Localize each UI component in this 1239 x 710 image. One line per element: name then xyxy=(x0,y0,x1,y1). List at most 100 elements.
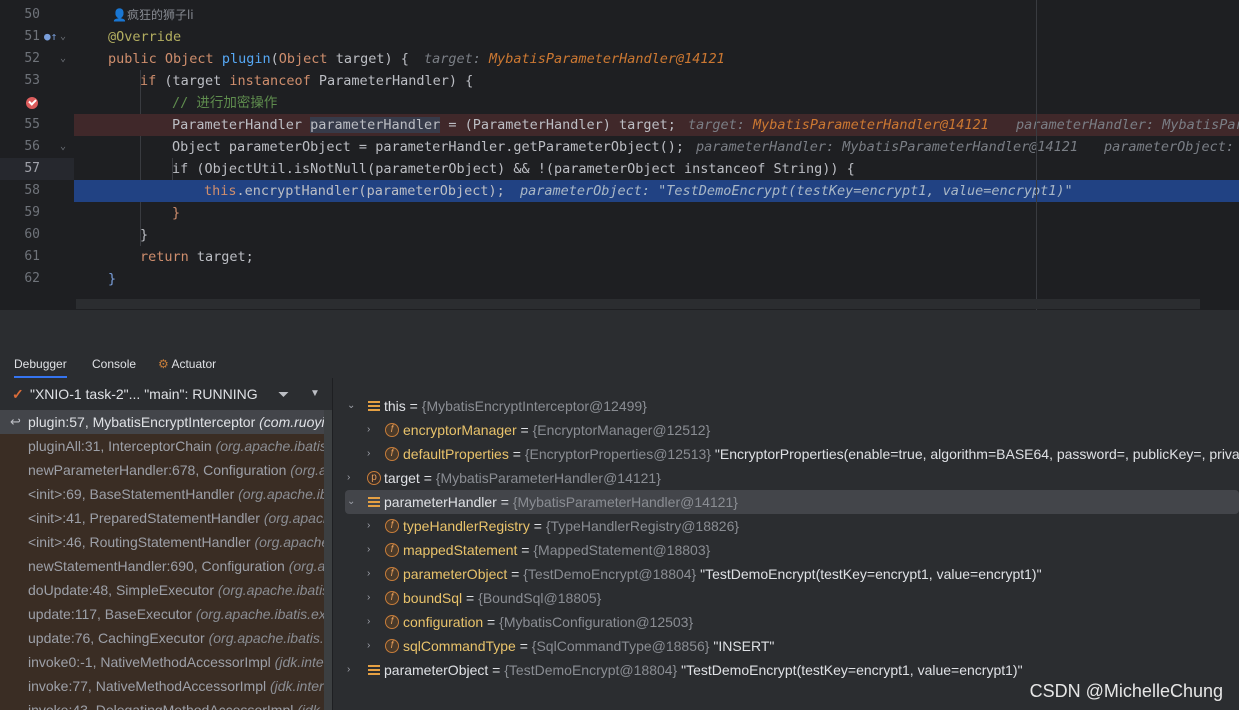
frames-scrollbar[interactable] xyxy=(324,410,332,710)
chevron-right-icon[interactable]: › xyxy=(367,610,370,634)
code-text: } xyxy=(172,205,181,221)
frame-item[interactable]: <init>:46, RoutingStatementHandler (org.… xyxy=(0,530,325,554)
thread-selector[interactable]: ✓ "XNIO-1 task-2"... "main": RUNNING ⏷ ▼ xyxy=(0,380,332,408)
code-line-60[interactable]: return target; xyxy=(74,246,1239,268)
gutter-line-61[interactable]: 61 xyxy=(0,246,74,268)
frame-item[interactable]: pluginAll:31, InterceptorChain (org.apac… xyxy=(0,434,325,458)
keyword: public xyxy=(108,51,157,67)
gutter-line-55[interactable]: 55 xyxy=(0,114,74,136)
fold-chevron-icon[interactable]: ⌄ xyxy=(60,48,66,70)
code-text: (target xyxy=(156,73,230,89)
filter-icon[interactable]: ⏷ xyxy=(278,380,289,408)
code-line-50[interactable]: @Override xyxy=(74,26,1239,48)
var-eq: = xyxy=(419,470,436,486)
variable-row[interactable]: › f sqlCommandType = {SqlCommandType@188… xyxy=(333,634,1239,658)
frame-name: invoke:77, NativeMethodAccessorImpl xyxy=(28,678,270,694)
gutter-line-57[interactable]: 57 xyxy=(0,158,74,180)
variable-row-this[interactable]: ⌄ this = {MybatisEncryptInterceptor@1249… xyxy=(333,394,1239,418)
tab-console[interactable]: Console xyxy=(92,350,136,378)
variable-text: target = {MybatisParameterHandler@14121} xyxy=(384,466,661,490)
editor-gutter[interactable]: 50 51 ●↑ ⌄ 52 ⌄ 53 55 56 ⌄ 57 58 59 60 61 62 xyxy=(0,0,74,310)
chevron-right-icon[interactable]: › xyxy=(367,586,370,610)
chevron-right-icon[interactable]: › xyxy=(347,658,350,682)
code-text: parameterObject xyxy=(366,183,489,199)
variable-text: parameterObject = {TestDemoEncrypt@18804… xyxy=(384,658,1023,682)
chevron-down-icon[interactable]: ▼ xyxy=(310,380,320,408)
frame-item[interactable]: update:117, BaseExecutor (org.apache.iba… xyxy=(0,602,325,626)
tab-debugger[interactable]: Debugger xyxy=(14,350,67,378)
variable-row-parameterHandler[interactable]: ⌄ parameterHandler = {MybatisParameterHa… xyxy=(345,490,1239,514)
variable-row[interactable]: › f defaultProperties = {EncryptorProper… xyxy=(333,442,1239,466)
variable-text: typeHandlerRegistry = {TypeHandlerRegist… xyxy=(403,514,739,538)
variable-row[interactable]: › f parameterObject = {TestDemoEncrypt@1… xyxy=(333,562,1239,586)
frame-text: <init>:41, PreparedStatementHandler (org… xyxy=(28,506,325,530)
breakpoint-icon[interactable] xyxy=(26,97,38,109)
tab-actuator-label: Actuator xyxy=(171,357,217,371)
frame-item[interactable]: ↩ plugin:57, MybatisEncryptInterceptor (c… xyxy=(0,410,325,434)
chevron-right-icon[interactable]: › xyxy=(367,418,370,442)
gutter-line-56[interactable]: 56 ⌄ xyxy=(0,136,74,158)
fold-chevron-icon[interactable]: ⌄ xyxy=(60,136,66,158)
chevron-right-icon[interactable]: › xyxy=(367,562,370,586)
variable-row[interactable]: › f typeHandlerRegistry = {TypeHandlerRe… xyxy=(333,514,1239,538)
gutter-line-62[interactable]: 62 xyxy=(0,268,74,290)
chevron-right-icon[interactable]: › xyxy=(367,442,370,466)
implementing-method-icon[interactable]: ●↑ xyxy=(44,26,57,48)
gutter-line-51[interactable]: 51 ●↑ ⌄ xyxy=(0,26,74,48)
field-icon: f xyxy=(385,519,399,533)
gutter-line-59[interactable]: 59 xyxy=(0,202,74,224)
frame-item[interactable]: newParameterHandler:678, Configuration (… xyxy=(0,458,325,482)
code-line-55[interactable]: Object parameterObject = parameterHandle… xyxy=(74,136,1239,158)
code-line-61[interactable]: } xyxy=(74,268,1239,290)
horizontal-scrollbar[interactable] xyxy=(76,299,1200,309)
hint-value: MybatisParameterHandler@14121 xyxy=(753,117,989,133)
chevron-right-icon[interactable]: › xyxy=(367,538,370,562)
variable-row-target[interactable]: › p target = {MybatisParameterHandler@14… xyxy=(333,466,1239,490)
frame-item[interactable]: <init>:69, BaseStatementHandler (org.apa… xyxy=(0,482,325,506)
code-line-52[interactable]: if (target instanceof ParameterHandler) … xyxy=(74,70,1239,92)
chevron-right-icon[interactable]: › xyxy=(347,466,350,490)
chevron-right-icon[interactable]: › xyxy=(367,634,370,658)
fold-chevron-icon[interactable]: ⌄ xyxy=(60,26,66,48)
frame-item[interactable]: newStatementHandler:690, Configuration (… xyxy=(0,554,325,578)
variable-row[interactable]: › f boundSql = {BoundSql@18805} xyxy=(333,586,1239,610)
frame-item[interactable]: <init>:41, PreparedStatementHandler (org… xyxy=(0,506,325,530)
code-line-59[interactable]: } xyxy=(74,224,1239,246)
gutter-line-60[interactable]: 60 xyxy=(0,224,74,246)
variable-row-parameterObject[interactable]: › parameterObject = {TestDemoEncrypt@188… xyxy=(333,658,1239,682)
frame-text: invoke:77, NativeMethodAccessorImpl (jdk… xyxy=(28,674,325,698)
code-line-53[interactable]: // 进行加密操作 xyxy=(74,92,1239,114)
code-line-56[interactable]: if (ObjectUtil.isNotNull(parameterObject… xyxy=(74,158,1239,180)
frame-name: update:76, CachingExecutor xyxy=(28,630,209,646)
code-line-51[interactable]: public Object plugin(Object target) { ta… xyxy=(74,48,1239,70)
keyword: this xyxy=(204,183,237,199)
variable-row[interactable]: › f encryptorManager = {EncryptorManager… xyxy=(333,418,1239,442)
chevron-down-icon[interactable]: ⌄ xyxy=(347,490,355,514)
if-statement: if (target instanceof ParameterHandler) … xyxy=(140,70,473,92)
frame-item[interactable]: update:76, CachingExecutor (org.apache.i… xyxy=(0,626,325,650)
gutter-line-53[interactable]: 53 xyxy=(0,70,74,92)
code-line-54[interactable]: ParameterHandler parameterHandler = (Par… xyxy=(74,114,1239,136)
method-signature: public Object plugin(Object target) { xyxy=(108,48,409,70)
variable-row[interactable]: › f configuration = {MybatisConfiguratio… xyxy=(333,610,1239,634)
variable-row[interactable]: › f mappedStatement = {MappedStatement@1… xyxy=(333,538,1239,562)
code-line-58[interactable]: } xyxy=(74,202,1239,224)
frame-item[interactable]: invoke:43, DelegatingMethodAccessorImpl … xyxy=(0,698,325,710)
frame-item[interactable]: invoke0:-1, NativeMethodAccessorImpl (jd… xyxy=(0,650,325,674)
frame-text: invoke:43, DelegatingMethodAccessorImpl … xyxy=(28,698,325,710)
field-icon: f xyxy=(385,567,399,581)
tab-actuator[interactable]: ⚙ Actuator xyxy=(158,350,216,378)
annotation: @Override xyxy=(108,29,182,45)
gutter-line-50[interactable]: 50 xyxy=(0,4,74,26)
gutter-line-54[interactable] xyxy=(0,92,74,114)
line-number: 52 xyxy=(24,51,40,66)
chevron-down-icon[interactable]: ⌄ xyxy=(347,394,355,418)
code-line-57-current[interactable]: this.encryptHandler(parameterObject); pa… xyxy=(74,180,1239,202)
gutter-line-52[interactable]: 52 ⌄ xyxy=(0,48,74,70)
gutter-line-58[interactable]: 58 xyxy=(0,180,74,202)
chevron-right-icon[interactable]: › xyxy=(367,514,370,538)
field-icon: f xyxy=(385,639,399,653)
var-name: parameterObject xyxy=(384,662,489,678)
frame-item[interactable]: invoke:77, NativeMethodAccessorImpl (jdk… xyxy=(0,674,325,698)
frame-item[interactable]: doUpdate:48, SimpleExecutor (org.apache.… xyxy=(0,578,325,602)
